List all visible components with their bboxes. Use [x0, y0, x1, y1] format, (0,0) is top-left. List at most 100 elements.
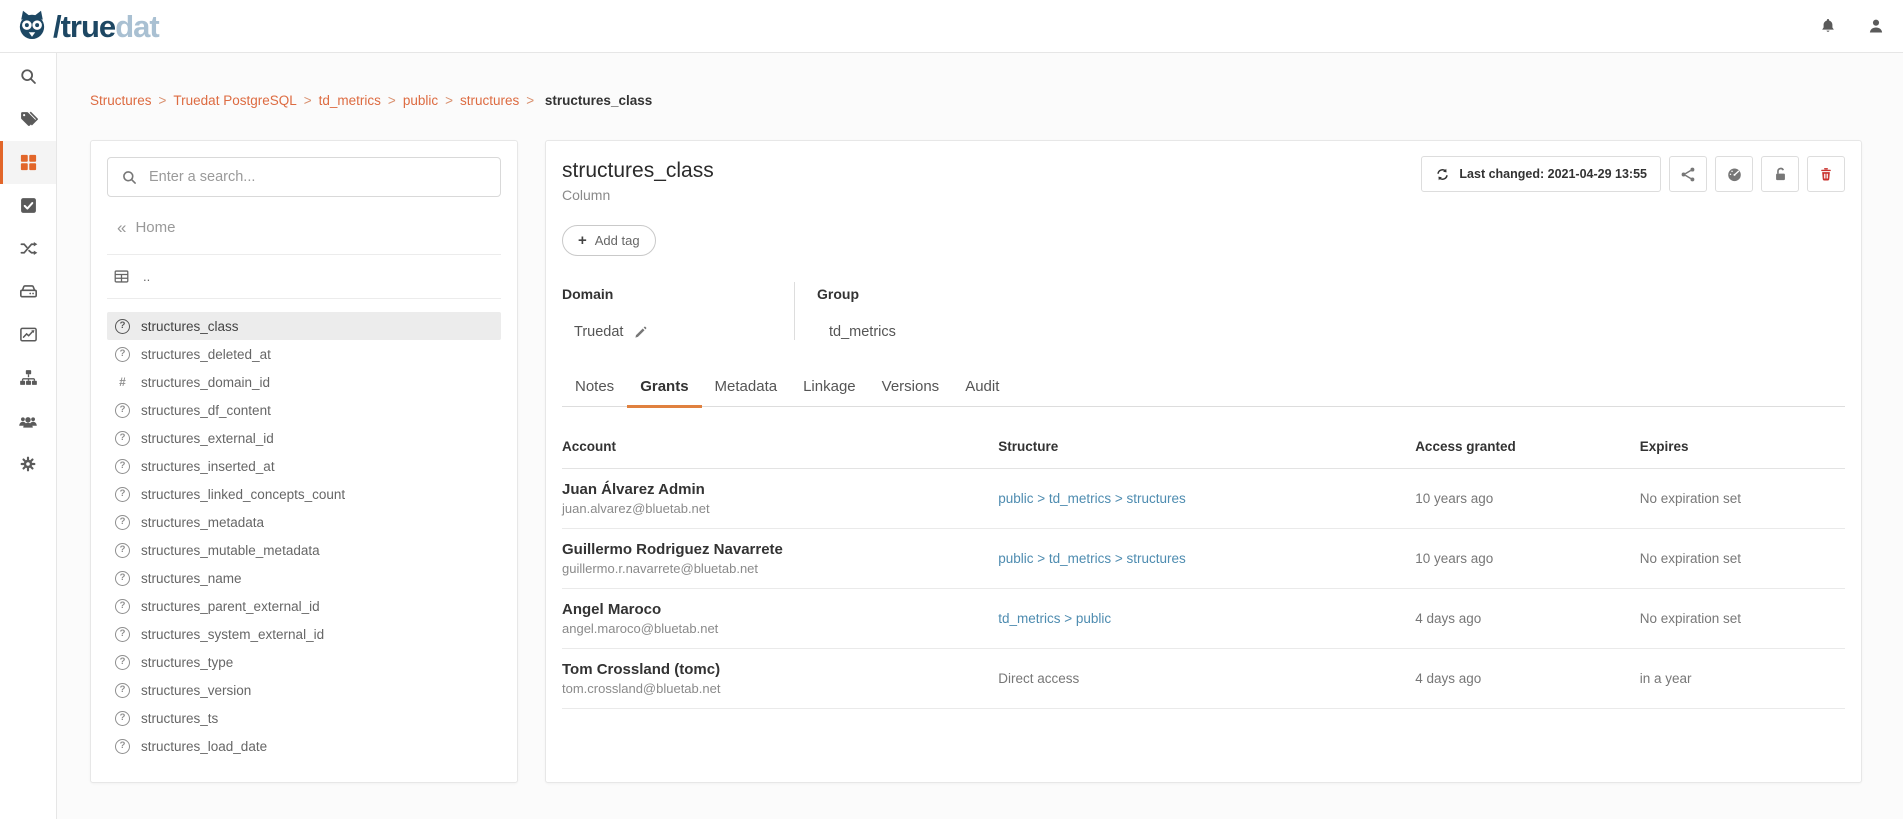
structure-list-item[interactable]: ? structures_inserted_at — [107, 452, 501, 480]
structure-list-item[interactable]: ? structures_df_content — [107, 396, 501, 424]
grants-column-header: Expires — [1640, 433, 1845, 469]
share-icon — [1680, 166, 1697, 183]
breadcrumb-link[interactable]: Truedat PostgreSQL — [173, 93, 296, 108]
grant-row: Juan Álvarez Admin juan.alvarez@bluetab.… — [562, 469, 1845, 529]
rail-item-structures[interactable] — [0, 141, 56, 184]
structure-link[interactable]: td_metrics > public — [998, 611, 1111, 626]
structure-list-item[interactable]: ? structures_name — [107, 564, 501, 592]
tab[interactable]: Audit — [952, 370, 1012, 408]
home-collapse-row[interactable]: « Home — [117, 219, 501, 236]
structure-search — [107, 157, 501, 197]
expires-value: No expiration set — [1640, 611, 1741, 626]
share-button[interactable] — [1669, 156, 1707, 192]
rail-item-settings[interactable] — [0, 442, 56, 485]
structure-link[interactable]: public > td_metrics > structures — [998, 551, 1186, 566]
structure-list-item[interactable]: ? structures_version — [107, 676, 501, 704]
trash-icon — [1818, 166, 1834, 182]
structure-list-item[interactable]: ? structures_parent_external_id — [107, 592, 501, 620]
field-type-icon: ? — [115, 403, 130, 418]
breadcrumb: Structures > Truedat PostgreSQL > td_metrics… — [90, 92, 652, 110]
structure-name: structures_version — [141, 683, 251, 698]
structure-list-item[interactable]: ? structures_system_external_id — [107, 620, 501, 648]
home-label: Home — [135, 219, 175, 236]
refresh-icon — [1435, 167, 1450, 182]
tab[interactable]: Notes — [562, 370, 627, 408]
grant-row: Guillermo Rodriguez Navarrete guillermo.… — [562, 529, 1845, 589]
account-name: Tom Crossland (tomc) — [562, 661, 998, 678]
field-type-icon: ? — [115, 627, 130, 642]
account-name: Guillermo Rodriguez Navarrete — [562, 541, 998, 558]
plus-icon: + — [578, 233, 587, 248]
quality-gauge-button[interactable] — [1715, 156, 1753, 192]
structure-list-item[interactable]: ? structures_deleted_at — [107, 340, 501, 368]
divider — [107, 298, 501, 299]
rail-item-users[interactable] — [0, 399, 56, 442]
rail-item-search[interactable] — [0, 55, 56, 98]
rail-item-tags[interactable] — [0, 98, 56, 141]
rail-item-taxonomy[interactable] — [0, 356, 56, 399]
structure-name: structures_mutable_metadata — [141, 543, 320, 558]
grants-table: AccountStructureAccess grantedExpires Ju… — [562, 433, 1845, 709]
owl-logo-icon — [14, 8, 50, 44]
structure-name: structures_domain_id — [141, 375, 270, 390]
field-type-icon: ? — [115, 347, 130, 362]
detail-tabs: Notes Grants Metadata Linkage Versions A… — [562, 370, 1845, 407]
tab[interactable]: Grants — [627, 370, 701, 408]
rail-item-lineage[interactable] — [0, 227, 56, 270]
structure-list-item[interactable]: ? structures_mutable_metadata — [107, 536, 501, 564]
user-profile-icon[interactable] — [1867, 17, 1885, 35]
table-icon — [113, 268, 130, 285]
breadcrumb-link[interactable]: td_metrics — [319, 93, 381, 108]
structure-list-item[interactable]: ? structures_metadata — [107, 508, 501, 536]
search-input[interactable] — [149, 169, 487, 185]
truedat-logo[interactable]: /truedat — [14, 8, 159, 44]
notifications-bell-icon[interactable] — [1819, 17, 1837, 35]
field-type-icon: ? — [115, 319, 130, 334]
structure-name: structures_type — [141, 655, 233, 670]
edit-domain-pencil-icon[interactable] — [633, 325, 648, 340]
field-type-icon: ? — [115, 599, 130, 614]
structure-list-item[interactable]: # structures_domain_id — [107, 368, 501, 396]
rail-item-dashboards[interactable] — [0, 313, 56, 356]
grants-column-header: Structure — [998, 433, 1415, 469]
structure-name: structures_deleted_at — [141, 347, 271, 362]
field-type-icon: ? — [115, 739, 130, 754]
rail-item-rules[interactable] — [0, 184, 56, 227]
structure-list-item[interactable]: ? structures_class — [107, 312, 501, 340]
parent-structure-row[interactable]: .. — [107, 255, 501, 298]
add-tag-button[interactable]: + Add tag — [562, 225, 656, 256]
breadcrumb-link[interactable]: public — [403, 93, 438, 108]
field-type-icon: ? — [115, 515, 130, 530]
tab[interactable]: Metadata — [702, 370, 791, 408]
structure-browser-panel: « Home .. ? structures_class ? structure… — [90, 140, 518, 783]
field-type-icon: ? — [115, 571, 130, 586]
vertical-divider — [794, 282, 795, 340]
left-icon-rail — [0, 53, 57, 819]
structure-name: structures_inserted_at — [141, 459, 275, 474]
sitemap-icon — [19, 368, 38, 387]
breadcrumb-link[interactable]: structures — [460, 93, 519, 108]
rail-item-systems[interactable] — [0, 270, 56, 313]
structure-list-item[interactable]: ? structures_ts — [107, 704, 501, 732]
structure-name: structures_system_external_id — [141, 627, 324, 642]
tab[interactable]: Linkage — [790, 370, 869, 408]
structure-link[interactable]: public > td_metrics > structures — [998, 491, 1186, 506]
breadcrumb-separator: > — [445, 93, 453, 108]
lock-button[interactable] — [1761, 156, 1799, 192]
last-changed-badge[interactable]: Last changed: 2021-04-29 13:55 — [1421, 156, 1661, 192]
shuffle-icon — [19, 239, 38, 258]
breadcrumb-separator: > — [304, 93, 312, 108]
field-type-icon: ? — [115, 683, 130, 698]
structure-list-item[interactable]: ? structures_load_date — [107, 732, 501, 760]
tab[interactable]: Versions — [869, 370, 953, 408]
structure-list-item[interactable]: ? structures_linked_concepts_count — [107, 480, 501, 508]
users-icon — [18, 411, 38, 431]
breadcrumb-link[interactable]: Structures — [90, 93, 152, 108]
check-square-icon — [19, 196, 38, 215]
structure-link[interactable]: Direct access — [998, 671, 1079, 686]
structure-list-item[interactable]: ? structures_type — [107, 648, 501, 676]
delete-button[interactable] — [1807, 156, 1845, 192]
structure-list-item[interactable]: ? structures_external_id — [107, 424, 501, 452]
grants-column-header: Access granted — [1415, 433, 1640, 469]
structure-name: structures_ts — [141, 711, 218, 726]
